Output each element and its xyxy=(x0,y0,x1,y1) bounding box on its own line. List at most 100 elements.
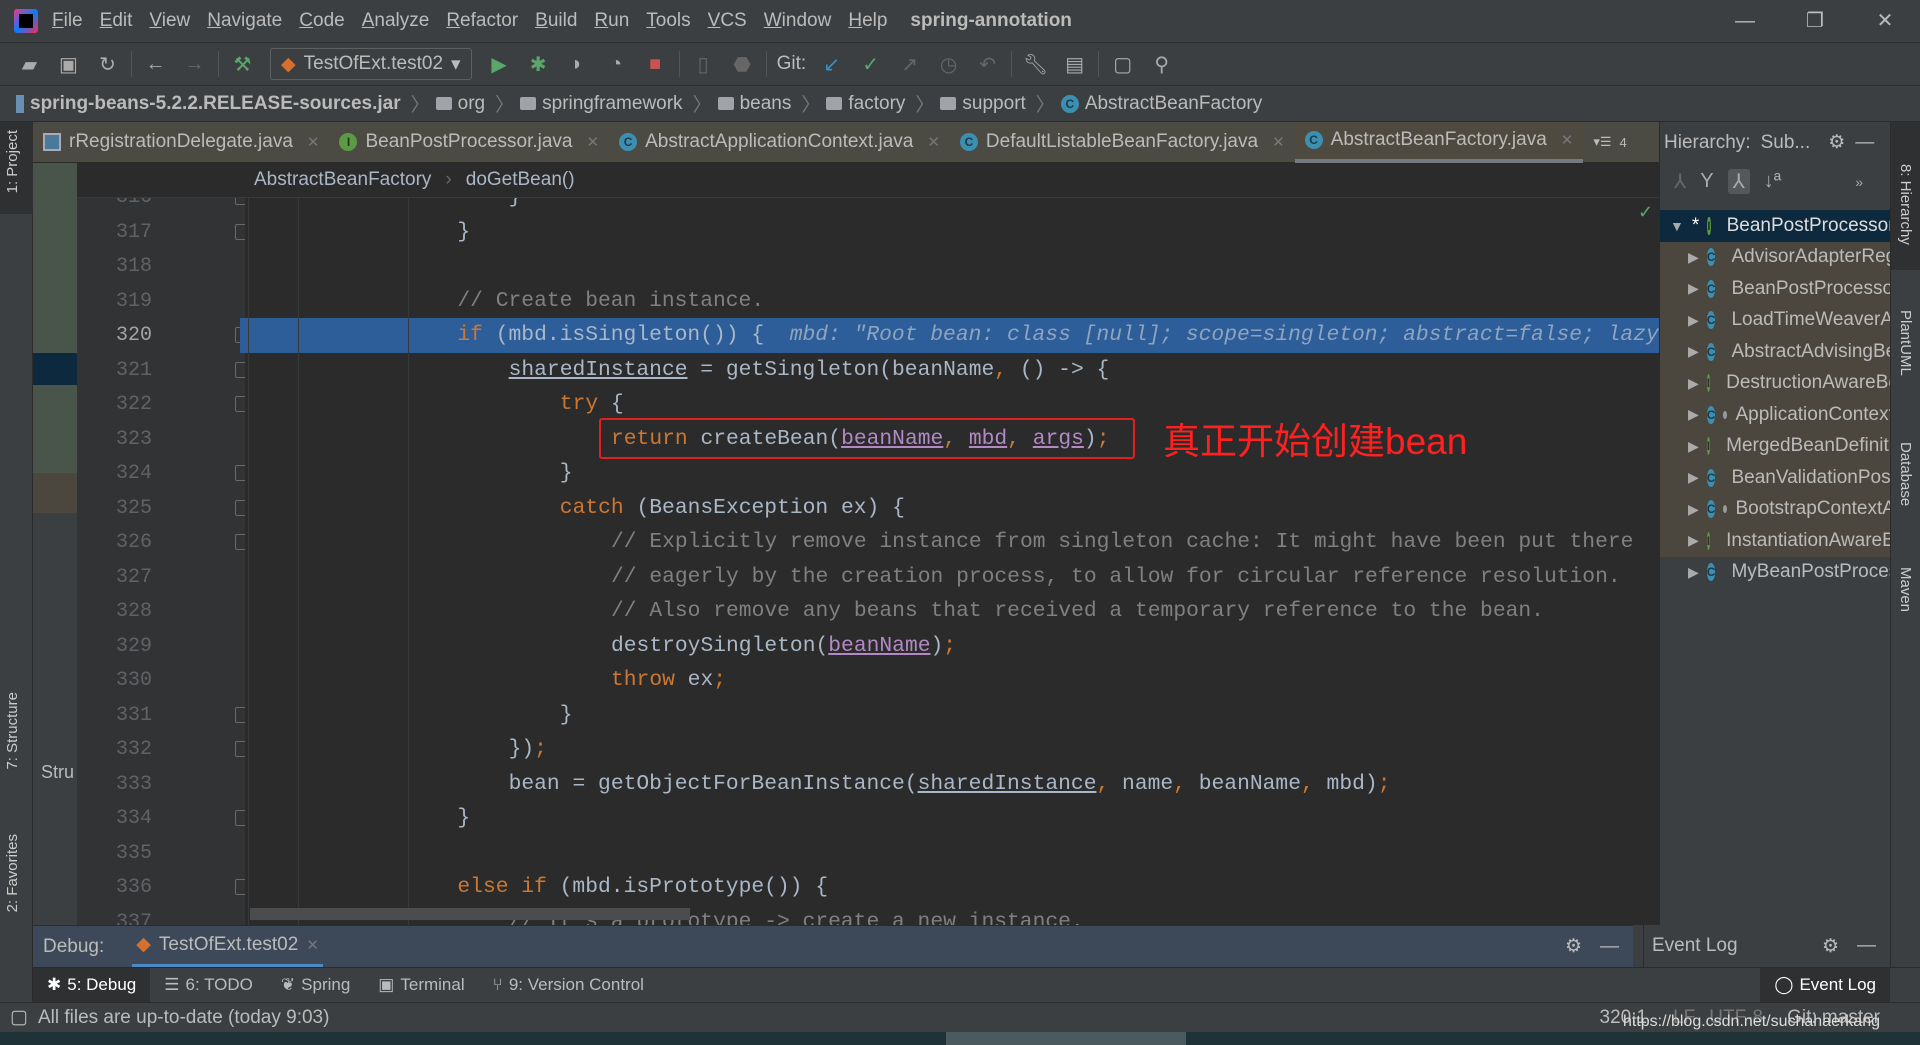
fold-marker-icon[interactable] xyxy=(235,879,245,895)
menu-view[interactable]: View xyxy=(149,10,190,32)
nav-crumb[interactable]: C AbstractBeanFactory xyxy=(1060,93,1262,115)
nav-crumb[interactable]: springframework 〉 xyxy=(520,90,712,117)
hierarchy-item[interactable]: ▶ C ApplicationContextAwareProcessor xyxy=(1660,399,1890,431)
tab-beanpostprocessor-java[interactable]: I BeanPostProcessor.java ✕ xyxy=(329,122,609,163)
menu-navigate[interactable]: Navigate xyxy=(207,10,282,32)
nav-crumb[interactable]: support 〉 xyxy=(940,90,1055,117)
nav-crumb[interactable]: org 〉 xyxy=(435,90,514,117)
minimize-icon[interactable]: — xyxy=(1855,132,1874,154)
favorites-tool-tab[interactable]: 2: Favorites xyxy=(4,834,21,912)
minimize-icon[interactable]: — xyxy=(1857,935,1876,957)
menu-window[interactable]: Window xyxy=(764,10,832,32)
git-push-icon[interactable]: ↗ xyxy=(890,52,929,77)
hierarchy-item[interactable]: ▶ C LoadTimeWeaverAwareProcessor xyxy=(1660,304,1890,336)
forward-icon[interactable]: → xyxy=(175,53,214,76)
more-icon[interactable]: » xyxy=(1855,174,1863,190)
git-commit-icon[interactable]: ✓ xyxy=(851,52,890,77)
breadcrumb-class[interactable]: AbstractBeanFactory xyxy=(254,169,431,191)
fold-marker-icon[interactable] xyxy=(235,706,245,723)
hierarchy-item[interactable]: ▶ C AbstractAdvisingBeanPostProcessor xyxy=(1660,336,1890,368)
debug-icon[interactable]: ✱ xyxy=(519,52,558,77)
tool-tab-spring[interactable]: ❦ Spring xyxy=(267,968,364,1003)
chevron-down-icon[interactable]: ▼ xyxy=(1670,218,1684,234)
menu-refactor[interactable]: Refactor xyxy=(446,10,518,32)
tool-tab-debug[interactable]: ✱ 5: Debug xyxy=(33,967,151,1003)
fold-marker-icon[interactable] xyxy=(235,223,245,240)
tool-tab-terminal[interactable]: ▣ Terminal xyxy=(364,968,478,1003)
hierarchy-scope[interactable]: Sub... xyxy=(1761,132,1811,154)
profile-icon[interactable]: ◔ xyxy=(597,53,636,76)
rollback-icon[interactable]: ↶ xyxy=(968,52,1007,77)
menu-file[interactable]: File xyxy=(52,10,83,32)
gear-icon[interactable]: ⚙ xyxy=(1565,935,1582,958)
chevron-right-icon[interactable]: ▶ xyxy=(1688,564,1699,581)
close-icon[interactable]: ✕ xyxy=(927,133,940,151)
nav-crumb[interactable]: factory 〉 xyxy=(826,90,934,117)
menu-help[interactable]: Help xyxy=(848,10,887,32)
chevron-right-icon[interactable]: ▶ xyxy=(1688,438,1699,455)
fold-marker-icon[interactable] xyxy=(235,499,245,516)
menu-vcs[interactable]: VCS xyxy=(708,10,747,32)
chevron-right-icon[interactable]: ▶ xyxy=(1688,280,1699,297)
attach-icon[interactable]: ▯ xyxy=(684,52,723,77)
hierarchy-item[interactable]: ▶ I InstantiationAwareBeanPostProcessor xyxy=(1660,525,1890,557)
close-icon[interactable]: ✕ xyxy=(1272,133,1285,151)
tab-defaultlistablebeanfactory-java[interactable]: C DefaultListableBeanFactory.java ✕ xyxy=(950,122,1295,163)
fold-marker-icon[interactable] xyxy=(235,361,245,378)
build-hammer-icon[interactable]: ⚒ xyxy=(223,52,262,77)
minimize-button[interactable]: — xyxy=(1710,0,1780,43)
coverage-icon[interactable]: ◗ xyxy=(558,53,597,76)
chevron-right-icon[interactable]: ▶ xyxy=(1688,375,1699,392)
sync-icon[interactable]: ↻ xyxy=(88,52,127,77)
fold-marker-icon[interactable] xyxy=(235,465,245,481)
hierarchy-item[interactable]: ▼ * I BeanPostProcessor xyxy=(1660,210,1890,242)
menu-build[interactable]: Build xyxy=(535,10,577,32)
hierarchy-item[interactable]: ▶ C BeanValidationPostProcessor xyxy=(1660,462,1890,494)
chevron-right-icon[interactable]: ▶ xyxy=(1688,406,1699,423)
tab-abstractbeanfactory-java[interactable]: C AbstractBeanFactory.java ✕ xyxy=(1294,121,1584,163)
sort-alpha-icon[interactable]: ↓ª xyxy=(1764,170,1781,193)
hierarchy-item[interactable]: ▶ C BeanPostProcessorChecker xyxy=(1660,273,1890,305)
deploy-icon[interactable]: ⬣ xyxy=(723,52,762,77)
structure-tool-tab[interactable]: 7: Structure xyxy=(4,692,21,770)
breadcrumb-method[interactable]: doGetBean() xyxy=(466,169,575,191)
settings-wrench-icon[interactable]: 🔧︎ xyxy=(1016,52,1055,77)
close-button[interactable]: ✕ xyxy=(1850,0,1920,43)
nav-crumb[interactable]: spring-beans-5.2.2.RELEASE-sources.jar 〉 xyxy=(16,90,430,117)
gear-icon[interactable]: ⚙ xyxy=(1822,935,1839,958)
run-config-dropdown[interactable]: ◆ TestOfExt.test02 ▾ xyxy=(270,48,472,80)
tool-tab-todo[interactable]: ☰ 6: TODO xyxy=(150,968,267,1003)
close-icon[interactable]: ✕ xyxy=(587,133,600,151)
hierarchy-item[interactable]: ▶ I MergedBeanDefinitionPostProcessor xyxy=(1660,430,1890,462)
chevron-right-icon[interactable]: ▶ xyxy=(1688,249,1699,266)
menu-tools[interactable]: Tools xyxy=(646,10,690,32)
database-tool-tab[interactable]: Database xyxy=(1897,442,1914,506)
tool-tab-event-log[interactable]: ◯ Event Log xyxy=(1760,967,1890,1003)
debug-session-tab[interactable]: ◆ TestOfExt.test02 ✕ xyxy=(132,926,323,968)
back-icon[interactable]: ← xyxy=(136,53,175,76)
status-toggle-icon[interactable]: ▢ xyxy=(10,1006,28,1029)
chevron-right-icon[interactable]: ▶ xyxy=(1688,343,1699,360)
open-folder-icon[interactable]: ▰ xyxy=(10,52,49,77)
plantuml-tool-tab[interactable]: PlantUML xyxy=(1897,310,1914,376)
project-tool-tab[interactable]: 1: Project xyxy=(4,130,21,193)
menu-code[interactable]: Code xyxy=(299,10,344,32)
tab-abstractapplicationcontext-java[interactable]: C AbstractApplicationContext.java ✕ xyxy=(609,122,950,163)
chevron-right-icon[interactable]: ▶ xyxy=(1688,501,1699,518)
fold-marker-icon[interactable] xyxy=(235,741,245,757)
class-hierarchy-icon[interactable]: ⅄ xyxy=(1727,169,1750,194)
fold-marker-icon[interactable] xyxy=(235,198,245,205)
terminal-icon[interactable]: ▢ xyxy=(1103,52,1142,77)
horizontal-scrollbar[interactable] xyxy=(250,908,690,920)
git-update-icon[interactable]: ↙ xyxy=(812,52,851,77)
chevron-right-icon[interactable]: ▶ xyxy=(1688,312,1699,329)
fold-marker-icon[interactable] xyxy=(235,396,245,412)
nav-crumb[interactable]: beans 〉 xyxy=(717,90,820,117)
restore-button[interactable]: ❐ xyxy=(1780,0,1850,43)
code-editor[interactable]: }} // Create bean instance. if (mbd.isSing… xyxy=(245,198,1659,925)
stop-icon[interactable]: ■ xyxy=(636,53,675,76)
fold-marker-icon[interactable] xyxy=(235,534,245,550)
chevron-right-icon[interactable]: ▶ xyxy=(1688,469,1699,486)
menu-analyze[interactable]: Analyze xyxy=(362,10,430,32)
tab-rregistrationdelegate-java[interactable]: rRegistrationDelegate.java ✕ xyxy=(33,122,329,163)
